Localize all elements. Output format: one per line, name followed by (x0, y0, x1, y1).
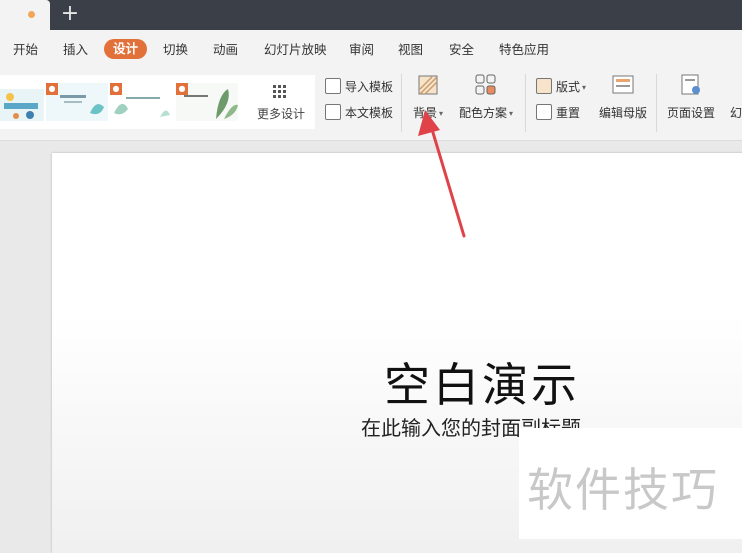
dropdown-caret-icon: ▾ (509, 109, 514, 118)
reset-button[interactable]: 重置 (536, 103, 580, 123)
tab-home[interactable]: 开始 (13, 40, 38, 60)
menu-bar: 开始 插入 设计 切换 动画 幻灯片放映 审阅 视图 安全 特色应用 (0, 30, 742, 68)
slide-size-button[interactable]: 幻 (726, 74, 742, 121)
edit-master-button[interactable]: 编辑母版 (597, 74, 649, 121)
reset-icon (536, 104, 552, 120)
more-design-button[interactable]: 更多设计 (248, 75, 314, 129)
template-thumbnail[interactable]: ● (46, 83, 108, 121)
tab-view[interactable]: 视图 (398, 40, 423, 60)
page-setup-button[interactable]: 页面设置 (665, 74, 717, 121)
color-scheme-button[interactable]: 配色方案 ▾ (456, 74, 516, 121)
template-thumbnail[interactable] (0, 83, 44, 121)
more-design-label: 更多设计 (256, 107, 305, 121)
template-logo-icon: ● (46, 83, 58, 95)
layout-icon (536, 78, 552, 94)
new-tab-plus-icon[interactable]: + (60, 3, 80, 25)
watermark-text: 软件技巧 (527, 463, 719, 517)
page-setup-icon (680, 74, 702, 96)
dropdown-caret-icon: ▾ (439, 109, 444, 118)
ribbon-divider (656, 74, 657, 132)
import-template-icon (325, 78, 341, 94)
layout-label: 版式 (556, 80, 581, 94)
tab-slideshow[interactable]: 幻灯片放映 (264, 40, 327, 60)
import-template-button[interactable]: 导入模板 (325, 77, 393, 97)
dropdown-caret-icon: ▾ (582, 83, 587, 92)
ribbon-divider (401, 74, 402, 132)
design-template-gallery: ● ● ● 更多设计 (0, 75, 315, 129)
template-logo-icon: ● (176, 83, 188, 95)
tab-design[interactable]: 设计 (104, 39, 148, 59)
tab-animations[interactable]: 动画 (213, 40, 238, 60)
ribbon-divider (525, 74, 526, 132)
color-scheme-icon (475, 74, 497, 96)
reset-label: 重置 (556, 106, 581, 120)
title-bar: + (0, 0, 742, 30)
slide-size-label: 幻 (729, 106, 742, 120)
layout-button[interactable]: 版式 ▾ (536, 77, 586, 97)
tab-insert[interactable]: 插入 (63, 40, 88, 60)
this-template-button[interactable]: 本文模板 (325, 103, 393, 123)
edit-master-icon (612, 74, 634, 96)
page-setup-label: 页面设置 (666, 106, 715, 120)
template-art-icon (0, 89, 44, 121)
watermark-box: 软件技巧 (519, 428, 742, 539)
slide-size-icon (726, 74, 742, 96)
color-scheme-label: 配色方案 (458, 106, 507, 120)
this-template-label: 本文模板 (345, 106, 394, 120)
unsaved-dot-icon (28, 11, 35, 18)
edit-master-label: 编辑母版 (598, 106, 647, 120)
document-tab[interactable] (0, 0, 50, 30)
import-template-label: 导入模板 (345, 80, 394, 94)
tab-transitions[interactable]: 切换 (163, 40, 188, 60)
template-thumbnail[interactable]: ● (110, 83, 172, 121)
background-label: 背景 (412, 106, 437, 120)
background-button[interactable]: 背景 ▾ (410, 74, 446, 121)
template-thumbnail[interactable]: ● (176, 83, 238, 121)
design-ribbon: ● ● ● 更多设计 导入模板 本文模板 背景 ▾ 配色方案 ▾ 版式 ▾ 重置… (0, 68, 742, 141)
this-template-icon (325, 104, 341, 120)
grid-icon (273, 85, 287, 99)
tab-review[interactable]: 审阅 (349, 40, 374, 60)
tab-security[interactable]: 安全 (449, 40, 474, 60)
slide-title[interactable]: 空白演示 (384, 349, 580, 415)
background-icon (417, 74, 439, 96)
tab-special-apps[interactable]: 特色应用 (499, 40, 549, 60)
template-logo-icon: ● (110, 83, 122, 95)
